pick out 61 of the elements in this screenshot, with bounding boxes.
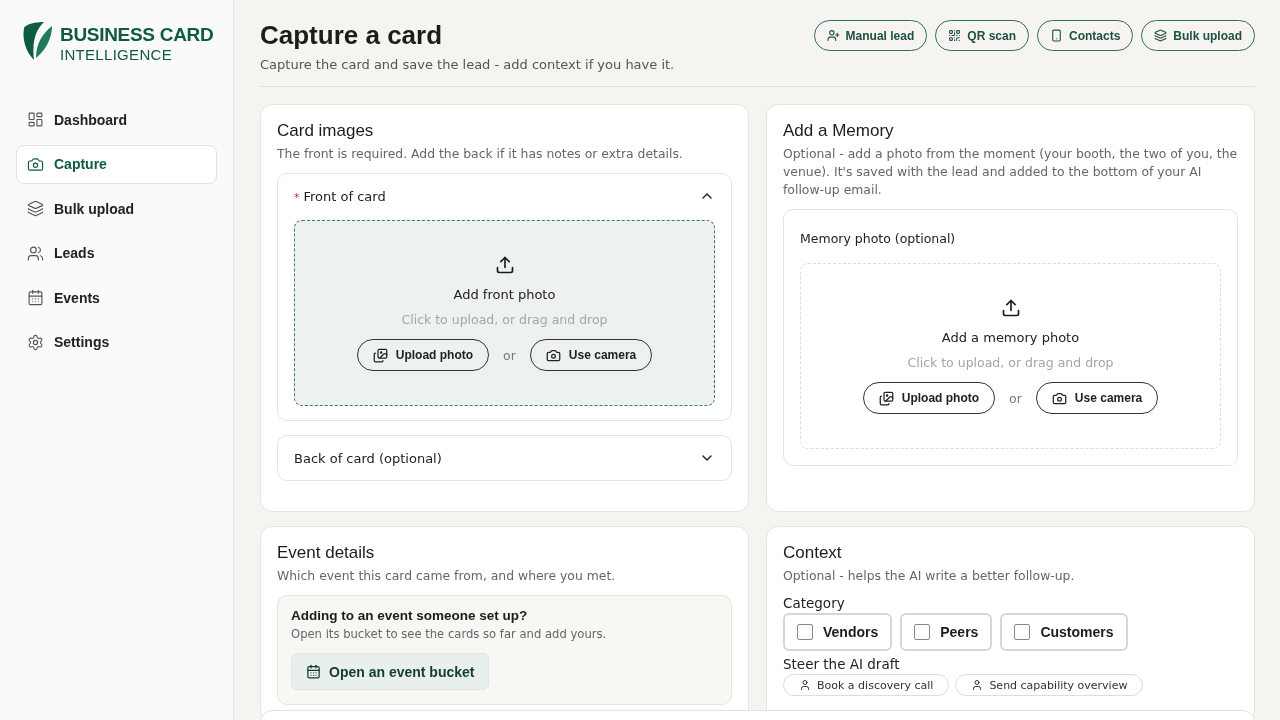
steer-chip[interactable]: Send capability overview: [955, 674, 1144, 696]
panel-subtitle: Optional - add a photo from the moment (your booth, the two of you, the venue). It's saved with the lead and added to the bottom of your AI follow-up email.: [783, 145, 1238, 199]
calendar-icon: [27, 289, 44, 306]
brand-tagline: INTELLIGENCE: [60, 46, 173, 62]
calendar-icon: [306, 664, 321, 679]
checkbox[interactable]: [914, 624, 931, 640]
camera-icon: [27, 155, 44, 173]
settings-icon: [27, 333, 44, 351]
accordion-label[interactable]: * Front of card: [294, 188, 386, 204]
dropzone-title: Add a memory photo: [941, 330, 1080, 345]
or-text: or: [503, 347, 516, 363]
dropzone-hint: Click to upload, or drag and drop: [401, 312, 608, 327]
callout-text: Open its bucket to see the cards so far and add yours.: [291, 627, 607, 641]
callout-title: Adding to an event someone set up?: [291, 608, 528, 623]
field-label: Memory photo (optional): [800, 231, 956, 246]
steer-label: Steer the AI draft: [783, 656, 901, 672]
layers-icon: [1154, 29, 1168, 42]
sidebar-item[interactable]: Leads: [16, 233, 217, 273]
checkbox[interactable]: [1014, 624, 1031, 640]
dropzone-hint: Click to upload, or drag and drop: [907, 355, 1114, 370]
steer-chip[interactable]: Book a discovery call: [783, 674, 950, 696]
sidebar-item[interactable]: Settings: [16, 322, 217, 362]
user-icon: [799, 679, 811, 691]
or-text: or: [1009, 390, 1022, 406]
panel-subtitle: Optional - helps the AI write a better follow-up.: [783, 567, 1076, 585]
sidebar-item[interactable]: Events: [16, 278, 217, 317]
brand-name: BUSINESS CARD: [60, 24, 214, 44]
dropzone-title: Add front photo: [453, 287, 556, 302]
panel-subtitle: The front is required. Add the back if it has notes or extra details.: [277, 145, 684, 163]
panel-title: Card images: [277, 121, 375, 141]
qr-code-icon: [948, 29, 962, 42]
panel-title: Context: [783, 543, 843, 563]
checkbox[interactable]: [797, 624, 813, 640]
sidebar-item[interactable]: Bulk upload: [16, 189, 217, 228]
dropzone[interactable]: Add a memory photo Click to upload, or drag and drop Upload photo or Use camera: [800, 263, 1221, 449]
sidebar-item[interactable]: Capture: [16, 144, 217, 184]
open-event-bucket-button[interactable]: Open an event bucket: [291, 653, 490, 690]
images-icon: [878, 390, 894, 406]
dropzone[interactable]: Add front photo Click to upload, or drag and drop Upload photo or Use camera: [294, 220, 715, 406]
page-subtitle: Capture the card and save the lead - add context if you have it.: [260, 57, 675, 72]
user-plus-icon: [826, 29, 840, 42]
upload-icon: [494, 255, 515, 275]
sidebar-item[interactable]: Dashboard: [16, 100, 217, 139]
category-option[interactable]: Vendors: [783, 613, 893, 651]
panel-title: Add a Memory: [783, 121, 895, 141]
camera-icon: [545, 347, 561, 363]
dashboard-icon: [27, 111, 44, 128]
category-option[interactable]: Customers: [1000, 613, 1128, 651]
layers-icon: [27, 200, 44, 217]
page-title: Capture a card: [260, 20, 444, 51]
phone-icon: [1050, 29, 1063, 42]
camera-icon: [1051, 390, 1067, 406]
user-icon: [971, 679, 984, 691]
upload-icon: [1000, 298, 1021, 318]
accordion-label[interactable]: Back of card (optional): [294, 450, 442, 466]
images-icon: [372, 347, 388, 363]
category-label: Category: [783, 595, 846, 611]
users-icon: [27, 244, 44, 262]
category-option[interactable]: Peers: [900, 613, 993, 651]
panel-title: Event details: [277, 543, 376, 563]
panel-subtitle: Which event this card came from, and where you met.: [277, 567, 617, 585]
